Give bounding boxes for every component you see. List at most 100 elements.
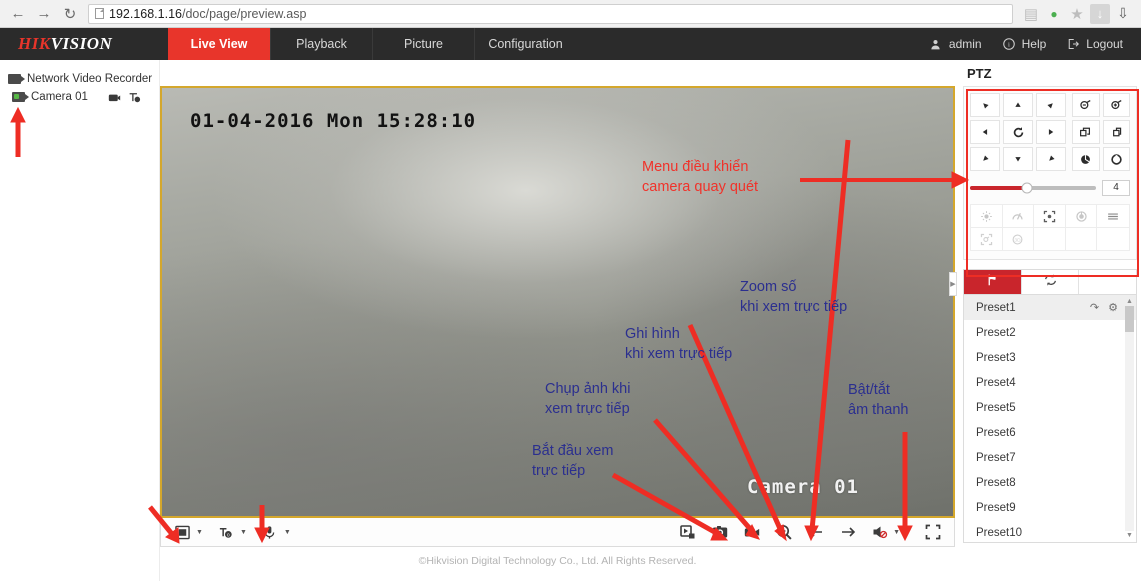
camera-capture-icon[interactable] [107, 91, 121, 103]
previous-button[interactable] [807, 523, 825, 541]
ptz-up-left-button[interactable] [970, 93, 1000, 117]
preset-list-item[interactable]: Preset10 [964, 520, 1136, 542]
tree-item-nvr[interactable]: Network Video Recorder [0, 70, 159, 88]
ptz-right-button[interactable] [1036, 120, 1066, 144]
tab-configuration[interactable]: Configuration [474, 28, 576, 60]
ptz-one-touch-focus-button[interactable] [971, 228, 1003, 250]
preset-list-item[interactable]: Preset5 [964, 395, 1136, 420]
logout-link[interactable]: Logout [1066, 37, 1123, 51]
microphone-dropdown[interactable]: ▼ [284, 529, 291, 536]
capture-snapshot-button[interactable] [711, 523, 729, 541]
preset-list-item[interactable]: Preset4 [964, 370, 1136, 395]
preset-label: Preset4 [976, 376, 1016, 389]
tree-item-camera-01[interactable]: Camera 01 [0, 88, 159, 106]
audio-dropdown[interactable]: ▼ [893, 529, 900, 536]
ptz-zoom-in-button[interactable] [1102, 93, 1130, 117]
tab-playback[interactable]: Playback [270, 28, 372, 60]
ptz-up-right-button[interactable] [1036, 93, 1066, 117]
ptz-speed-knob[interactable] [1021, 182, 1033, 194]
ptz-left-button[interactable] [970, 120, 1000, 144]
scroll-up-icon[interactable]: ▲ [1126, 297, 1133, 306]
ptz-light-button[interactable] [971, 205, 1003, 227]
pattern-tab[interactable] [1079, 270, 1136, 294]
user-name: admin [948, 37, 982, 51]
osd-camera-name: Camera 01 [747, 476, 859, 498]
ptz-down-button[interactable] [1003, 147, 1033, 171]
download-arrow-icon[interactable]: ↓ [1090, 3, 1110, 24]
call-preset-icon[interactable]: ↷ [1090, 301, 1099, 314]
scroll-down-icon[interactable]: ▼ [1126, 531, 1133, 540]
ptz-auto-focus-button[interactable] [1034, 205, 1066, 227]
scroll-track[interactable] [1125, 306, 1134, 531]
record-button[interactable] [743, 523, 761, 541]
ptz-spare-button-5[interactable] [1097, 228, 1129, 250]
microphone-button[interactable] [261, 523, 279, 541]
ptz-focus-near-button[interactable] [1072, 120, 1100, 144]
window-division-dropdown[interactable]: ▼ [196, 529, 203, 536]
preset-label: Preset9 [976, 501, 1016, 514]
ptz-lens-initialization-button[interactable] [1066, 205, 1098, 227]
ptz-speed-slider[interactable] [970, 182, 1096, 194]
preset-tab[interactable] [964, 270, 1022, 294]
preset-list[interactable]: Preset1 ↷ ⚙ Preset2 Preset3 Preset4 Pres… [964, 295, 1136, 542]
preset-list-item[interactable]: Preset6 [964, 420, 1136, 445]
ptz-focus-far-button[interactable] [1102, 120, 1130, 144]
ptz-speed-fill [970, 186, 1027, 190]
back-arrow-icon[interactable]: ← [6, 2, 30, 26]
ptz-spare-button-4[interactable] [1066, 228, 1098, 250]
address-bar[interactable]: 192.168.1.16/doc/page/preview.asp [88, 3, 1013, 24]
preset-list-item[interactable]: Preset7 [964, 445, 1136, 470]
bookmark-star-icon[interactable]: ★ [1067, 4, 1087, 24]
ptz-speed-value[interactable]: 4 [1102, 180, 1130, 196]
ptz-top-controls [970, 93, 1130, 171]
ptz-zoom-out-button[interactable] [1072, 93, 1100, 117]
ptz-iris-open-button[interactable] [1102, 147, 1130, 171]
panel-collapse-toggle[interactable]: ▶ [949, 272, 957, 296]
digital-zoom-button[interactable] [775, 523, 793, 541]
user-menu[interactable]: admin [929, 37, 982, 51]
stream-type-dropdown[interactable]: ▼ [240, 529, 247, 536]
preset-list-item[interactable]: Preset8 [964, 470, 1136, 495]
ptz-iris-close-button[interactable] [1072, 147, 1100, 171]
downloads-tray-icon[interactable]: ⇩ [1113, 4, 1133, 24]
preset-list-item[interactable]: Preset3 [964, 345, 1136, 370]
set-preset-icon[interactable]: ⚙ [1108, 301, 1118, 314]
extension-icon[interactable]: ▤ [1021, 4, 1041, 24]
scroll-thumb[interactable] [1125, 306, 1134, 332]
browser-toolbar: ← → ↻ 192.168.1.16/doc/page/preview.asp … [0, 0, 1141, 28]
preset-scrollbar[interactable]: ▲ ▼ [1125, 297, 1134, 540]
ptz-down-right-button[interactable] [1036, 147, 1066, 171]
ptz-manual-tracking-button[interactable]: 3D [1003, 228, 1035, 250]
tab-live-view[interactable]: Live View [168, 28, 270, 60]
preset-label: Preset7 [976, 451, 1016, 464]
adblock-icon[interactable]: ● [1044, 4, 1064, 24]
flag-icon [986, 273, 999, 292]
ptz-down-left-button[interactable] [970, 147, 1000, 171]
ptz-up-button[interactable] [1003, 93, 1033, 117]
device-tree-sidebar: Network Video Recorder Camera 01 [0, 60, 160, 581]
stream-type-button[interactable]: 0 [217, 523, 235, 541]
patrol-tab[interactable] [1022, 270, 1080, 294]
window-division-button[interactable] [173, 523, 191, 541]
forward-arrow-icon[interactable]: → [32, 2, 56, 26]
ptz-spare-button-3[interactable] [1034, 228, 1066, 250]
video-frame[interactable]: 01-04-2016 Mon 15:28:10 Camera 01 [160, 86, 955, 518]
fullscreen-button[interactable] [924, 523, 942, 541]
url-text: 192.168.1.16/doc/page/preview.asp [109, 7, 306, 21]
ptz-auto-scan-button[interactable] [1003, 120, 1033, 144]
ptz-title: PTZ [967, 66, 992, 81]
ptz-wiper-button[interactable] [1003, 205, 1035, 227]
next-button[interactable] [839, 523, 857, 541]
camera-icon [12, 92, 29, 102]
stream-settings-icon[interactable] [127, 91, 141, 103]
start-live-view-button[interactable] [679, 523, 697, 541]
audio-toggle-button[interactable] [871, 523, 889, 541]
reload-icon[interactable]: ↻ [58, 2, 82, 26]
preset-list-item[interactable]: Preset9 [964, 495, 1136, 520]
ptz-menu-button[interactable] [1097, 205, 1129, 227]
preset-list-item[interactable]: Preset2 [964, 320, 1136, 345]
tab-picture[interactable]: Picture [372, 28, 474, 60]
help-link[interactable]: i Help [1002, 37, 1046, 51]
preset-list-item[interactable]: Preset1 ↷ ⚙ [964, 295, 1136, 320]
hikvision-logo: HIK VISION [0, 28, 168, 60]
